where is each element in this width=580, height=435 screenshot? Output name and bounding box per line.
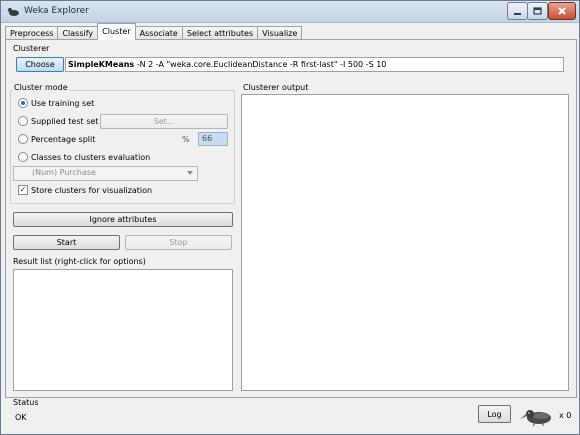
log-button[interactable]: Log xyxy=(478,405,511,423)
tab-associate[interactable]: Associate xyxy=(134,26,183,40)
classes-to-clusters-radio[interactable] xyxy=(18,152,28,162)
task-count: x 0 xyxy=(559,411,572,420)
clusterer-section-label: Clusterer xyxy=(13,44,50,53)
clusterer-name: SimpleKMeans xyxy=(68,60,135,69)
tab-cluster[interactable]: Cluster xyxy=(97,23,136,40)
store-clusters-label: Store clusters for visualization xyxy=(31,186,153,195)
supplied-test-set-label: Supplied test set xyxy=(31,117,99,126)
percent-symbol: % xyxy=(182,135,190,144)
maximize-button[interactable] xyxy=(527,2,548,20)
close-icon xyxy=(558,7,566,15)
clusterer-output-label: Clusterer output xyxy=(243,83,309,92)
supplied-test-set-radio[interactable] xyxy=(18,116,28,126)
result-list-label: Result list (right-click for options) xyxy=(13,257,146,266)
weka-status-bird-icon[interactable] xyxy=(519,405,555,427)
weka-bird-icon xyxy=(7,8,19,16)
result-list-box[interactable] xyxy=(13,269,233,391)
tab-visualize[interactable]: Visualize xyxy=(257,26,303,40)
minimize-button[interactable] xyxy=(507,2,528,20)
title-bar: Weka Explorer xyxy=(1,1,579,23)
window-title: Weka Explorer xyxy=(24,6,89,16)
stop-button[interactable]: Stop xyxy=(125,235,232,250)
start-button[interactable]: Start xyxy=(13,235,120,250)
cluster-mode-section-label: Cluster mode xyxy=(13,83,69,92)
minimize-icon xyxy=(514,12,521,15)
store-clusters-checkbox[interactable]: ✓ xyxy=(18,185,28,195)
set-test-set-button[interactable]: Set... xyxy=(100,114,228,129)
percentage-split-input[interactable]: 66 xyxy=(198,132,228,146)
ignore-attributes-button[interactable]: Ignore attributes xyxy=(13,212,233,227)
use-training-set-label: Use training set xyxy=(31,99,95,108)
status-section-label: Status xyxy=(13,398,39,407)
choose-button[interactable]: Choose xyxy=(16,57,64,72)
chevron-down-icon xyxy=(187,171,193,175)
clusterer-output-area[interactable] xyxy=(241,94,569,391)
clusterer-options: -N 2 -A "weka.core.EuclideanDistance -R … xyxy=(134,60,387,69)
close-button[interactable] xyxy=(548,2,576,20)
weka-explorer-window: Weka Explorer Preprocess Classify Cluste… xyxy=(0,0,580,435)
tab-strip: Preprocess Classify Cluster Associate Se… xyxy=(5,23,303,40)
tab-select-attributes[interactable]: Select attributes xyxy=(181,26,259,40)
use-training-set-radio[interactable] xyxy=(18,98,28,108)
clusterer-config-field[interactable]: SimpleKMeans -N 2 -A "weka.core.Euclidea… xyxy=(65,57,564,72)
percentage-split-radio[interactable] xyxy=(18,134,28,144)
classes-to-clusters-label: Classes to clusters evaluation xyxy=(31,153,151,162)
tab-classify[interactable]: Classify xyxy=(57,26,99,40)
percentage-split-label: Percentage split xyxy=(31,135,96,144)
status-text: OK xyxy=(15,413,27,422)
maximize-icon xyxy=(533,6,542,15)
tab-preprocess[interactable]: Preprocess xyxy=(5,26,59,40)
class-attribute-value: (Num) Purchase xyxy=(32,168,96,177)
class-attribute-select[interactable]: (Num) Purchase xyxy=(13,166,198,181)
